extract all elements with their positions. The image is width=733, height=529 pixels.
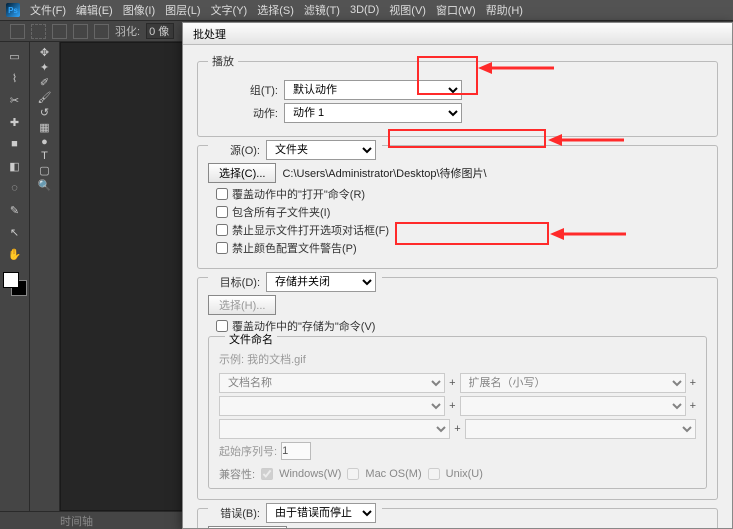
- eraser-tool-icon[interactable]: ◧: [4, 156, 26, 176]
- type-tool-icon[interactable]: T: [41, 150, 48, 162]
- dest-choose-button: 选择(H)...: [208, 295, 276, 315]
- suppress-open-options-checkbox[interactable]: 禁止显示文件打开选项对话框(F): [216, 222, 707, 238]
- plus-icon: +: [690, 377, 696, 389]
- file-naming-group: 文件命名 示例: 我的文档.gif 文档名称 + 扩展名（小写） + + + +: [208, 336, 707, 489]
- status-text: 时间轴: [60, 513, 93, 529]
- save-errors-button: 存储为(E)...: [208, 526, 287, 528]
- selection-add-icon[interactable]: [52, 24, 67, 39]
- selection-subtract-icon[interactable]: [73, 24, 88, 39]
- source-select[interactable]: 文件夹: [266, 140, 376, 160]
- feather-input[interactable]: [146, 23, 174, 39]
- wand-tool-icon[interactable]: ✦: [40, 61, 49, 74]
- override-save-checkbox[interactable]: 覆盖动作中的"存储为"命令(V): [216, 318, 707, 334]
- naming-field-4[interactable]: [460, 396, 686, 416]
- feather-label: 羽化:: [115, 23, 140, 39]
- compat-mac-checkbox: [347, 468, 359, 480]
- menu-layer[interactable]: 图层(L): [165, 2, 200, 18]
- play-group: 播放 组(T): 默认动作 动作: 动作 1: [197, 53, 718, 137]
- move-tool-icon[interactable]: ✥: [40, 46, 49, 59]
- naming-field-3[interactable]: [219, 396, 445, 416]
- selection-new-icon[interactable]: [31, 24, 46, 39]
- errors-select[interactable]: 由于错误而停止: [266, 503, 376, 523]
- dest-label: 目标(D):: [208, 274, 260, 290]
- menu-3d[interactable]: 3D(D): [350, 4, 379, 16]
- menu-window[interactable]: 窗口(W): [436, 2, 476, 18]
- menu-select[interactable]: 选择(S): [257, 2, 294, 18]
- dialog-title: 批处理: [193, 26, 226, 42]
- source-group: 源(O): 文件夹 选择(C)... C:\Users\Administrato…: [197, 145, 718, 269]
- suppress-color-warnings-checkbox[interactable]: 禁止颜色配置文件警告(P): [216, 240, 707, 256]
- blur-tool-icon[interactable]: ◌: [4, 178, 26, 198]
- history-brush-icon[interactable]: ↺: [40, 106, 49, 119]
- action-select[interactable]: 动作 1: [284, 103, 462, 123]
- path-tool-icon[interactable]: ↖: [4, 222, 26, 242]
- compatibility-row: 兼容性: Windows(W) Mac OS(M) Unix(U): [219, 466, 696, 482]
- source-choose-button[interactable]: 选择(C)...: [208, 163, 276, 183]
- menu-filter[interactable]: 滤镜(T): [304, 2, 340, 18]
- healing-tool-icon[interactable]: ✚: [4, 112, 26, 132]
- batch-dialog: 批处理 播放 组(T): 默认动作 动作: 动作 1 源(O): 文件夹 选择(…: [182, 22, 733, 529]
- serial-label: 起始序列号:: [219, 443, 277, 459]
- tools-panel-right: ✥ ✦ ✐ 🖌 ↺ ▦ ● T ▢ 🔍: [30, 42, 60, 511]
- pen-tool-icon[interactable]: ✎: [4, 200, 26, 220]
- source-label: 源(O):: [208, 142, 260, 158]
- plus-icon: +: [454, 423, 460, 435]
- menu-edit[interactable]: 编辑(E): [76, 2, 113, 18]
- compat-windows-checkbox: [261, 468, 273, 480]
- set-select[interactable]: 默认动作: [284, 80, 462, 100]
- tools-panel-left: ▭ ⌇ ✂ ✚ ■ ◧ ◌ ✎ ↖ ✋: [0, 42, 30, 511]
- menu-help[interactable]: 帮助(H): [486, 2, 523, 18]
- play-legend: 播放: [208, 53, 238, 69]
- menu-file[interactable]: 文件(F): [30, 2, 66, 18]
- shape-tool-icon[interactable]: ▢: [39, 164, 49, 177]
- compat-label: 兼容性:: [219, 466, 255, 482]
- dodge-tool-icon[interactable]: ●: [41, 136, 48, 148]
- naming-field-5[interactable]: [219, 419, 450, 439]
- dialog-titlebar: 批处理: [183, 23, 732, 45]
- zoom-tool-icon[interactable]: 🔍: [38, 179, 52, 192]
- naming-field-6[interactable]: [465, 419, 696, 439]
- override-open-checkbox[interactable]: 覆盖动作中的"打开"命令(R): [216, 186, 707, 202]
- action-label: 动作:: [208, 105, 278, 121]
- source-path: C:\Users\Administrator\Desktop\待修图片\: [282, 165, 486, 181]
- naming-field-2[interactable]: 扩展名（小写）: [460, 373, 686, 393]
- set-label: 组(T):: [208, 82, 278, 98]
- plus-icon: +: [449, 400, 455, 412]
- include-subfolders-checkbox[interactable]: 包含所有子文件夹(I): [216, 204, 707, 220]
- marquee-tool-icon[interactable]: [10, 24, 25, 39]
- serial-input: [281, 442, 311, 460]
- fg-color-icon[interactable]: [3, 272, 19, 288]
- menu-view[interactable]: 视图(V): [389, 2, 426, 18]
- marquee-tool-icon[interactable]: ▭: [4, 46, 26, 66]
- eyedropper-tool-icon[interactable]: ✐: [40, 76, 49, 89]
- app-menubar: Ps 文件(F) 编辑(E) 图像(I) 图层(L) 文字(Y) 选择(S) 滤…: [0, 0, 733, 20]
- plus-icon: +: [449, 377, 455, 389]
- hand-tool-icon[interactable]: ✋: [4, 244, 26, 264]
- errors-label: 错误(B):: [208, 505, 260, 521]
- naming-field-1[interactable]: 文档名称: [219, 373, 445, 393]
- compat-unix-checkbox: [428, 468, 440, 480]
- menu-image[interactable]: 图像(I): [123, 2, 155, 18]
- destination-group: 目标(D): 存储并关闭 选择(H)... 覆盖动作中的"存储为"命令(V) 文…: [197, 277, 718, 500]
- selection-intersect-icon[interactable]: [94, 24, 109, 39]
- dest-select[interactable]: 存储并关闭: [266, 272, 376, 292]
- naming-legend: 文件命名: [225, 331, 277, 347]
- stamp-tool-icon[interactable]: ■: [4, 134, 26, 154]
- naming-example: 示例: 我的文档.gif: [219, 351, 696, 367]
- crop-tool-icon[interactable]: ✂: [4, 90, 26, 110]
- ps-logo-icon: Ps: [6, 3, 20, 17]
- errors-group: 错误(B): 由于错误而停止 存储为(E)...: [197, 508, 718, 528]
- brush-tool-icon[interactable]: 🖌: [38, 91, 52, 104]
- color-swatch[interactable]: [3, 272, 27, 296]
- lasso-tool-icon[interactable]: ⌇: [4, 68, 26, 88]
- plus-icon: +: [690, 400, 696, 412]
- menu-type[interactable]: 文字(Y): [211, 2, 248, 18]
- gradient-tool-icon[interactable]: ▦: [39, 121, 49, 134]
